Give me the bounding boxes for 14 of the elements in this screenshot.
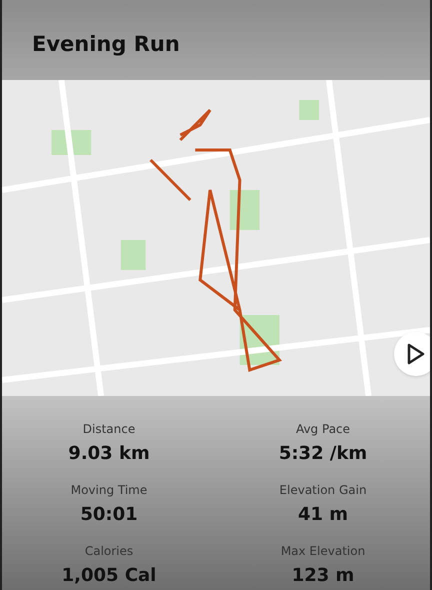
stat-value: 41 m <box>298 503 348 527</box>
stat-value: 50:01 <box>80 503 138 527</box>
stat-label: Max Elevation <box>280 543 366 560</box>
stat-label: Avg Pace <box>296 421 350 438</box>
stat-value: 9.03 km <box>68 442 150 466</box>
activity-title: Evening Run <box>32 30 180 58</box>
stat-value: 123 m <box>292 564 354 588</box>
stat-label: Distance <box>82 421 136 438</box>
stat-label: Elevation Gain <box>279 482 367 499</box>
stat-label: Moving Time <box>70 482 148 499</box>
play-icon <box>407 343 425 365</box>
stat-value: 5:32 /km <box>278 442 368 466</box>
stat-label: Calories <box>84 543 134 560</box>
stat-value: 1,005 Cal <box>62 564 156 588</box>
